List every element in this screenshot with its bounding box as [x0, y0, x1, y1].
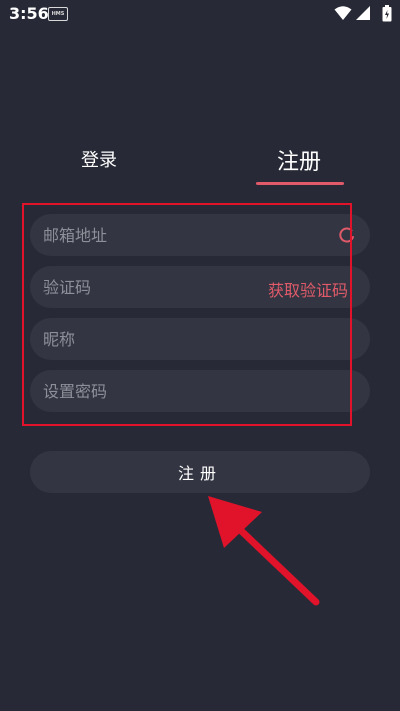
code-field-container: 获取验证码 — [30, 266, 370, 308]
hms-badge: HMS — [48, 7, 68, 21]
get-code-button[interactable]: 获取验证码 — [268, 277, 348, 301]
email-input[interactable] — [30, 214, 370, 256]
annotation-arrow-icon — [208, 496, 320, 606]
wifi-icon — [334, 6, 352, 20]
nickname-field-container — [30, 318, 370, 360]
nickname-input[interactable] — [30, 318, 370, 360]
auth-tabs: 登录 注册 — [0, 140, 400, 190]
battery-icon — [382, 5, 392, 22]
register-button[interactable]: 注册 — [30, 451, 370, 493]
signal-icon — [356, 6, 370, 20]
tab-register[interactable]: 注册 — [277, 144, 321, 176]
active-tab-indicator — [256, 182, 344, 185]
tab-login[interactable]: 登录 — [81, 146, 117, 172]
password-input[interactable] — [30, 370, 370, 412]
password-field-container — [30, 370, 370, 412]
status-bar: 3:56 HMS — [0, 0, 400, 28]
email-field-container — [30, 214, 370, 256]
status-time: 3:56 — [9, 4, 49, 23]
refresh-icon[interactable] — [338, 226, 356, 244]
